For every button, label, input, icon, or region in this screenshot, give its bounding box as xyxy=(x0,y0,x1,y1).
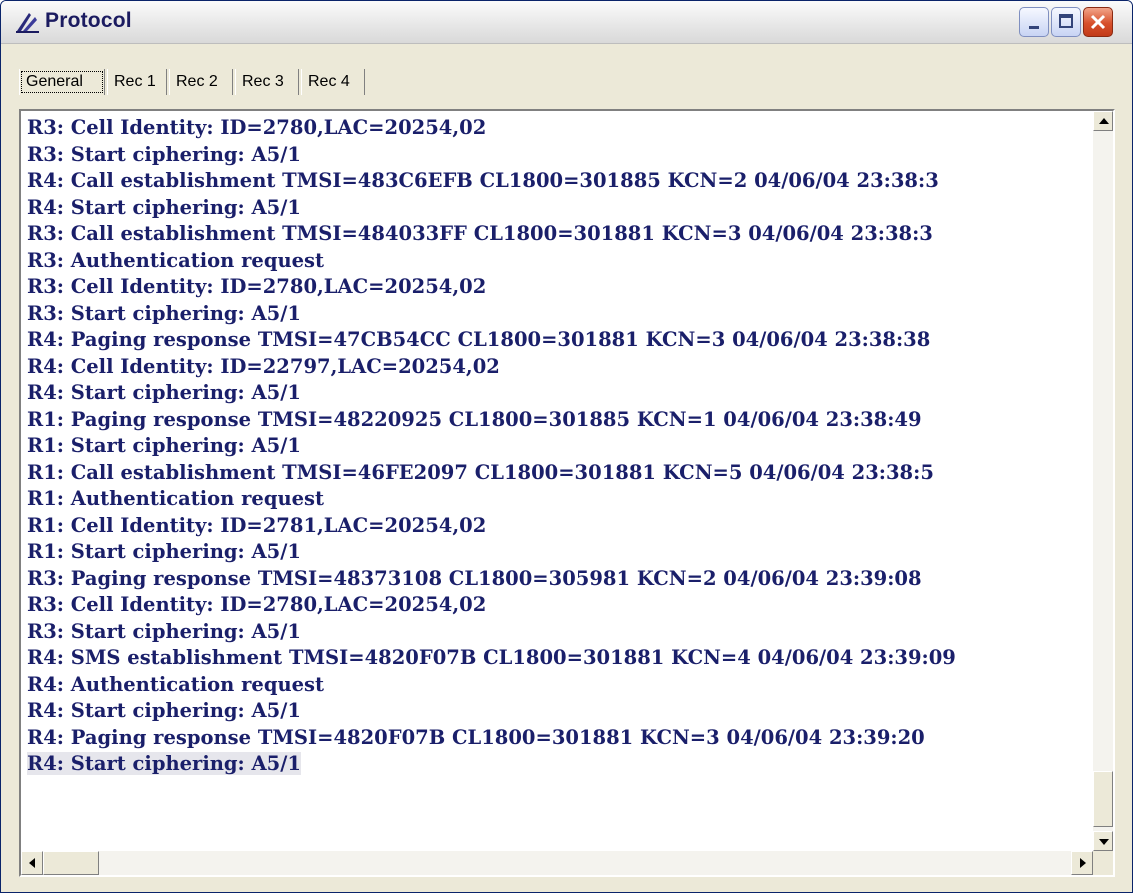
protocol-log[interactable]: R3: Cell Identity: ID=2780,LAC=20254,02 … xyxy=(23,115,1091,843)
tab-rec-3[interactable]: Rec 3 xyxy=(235,69,299,95)
log-line[interactable]: R1: Paging response TMSI=48220925 CL1800… xyxy=(23,407,1091,434)
arrow-left-icon xyxy=(29,858,35,868)
arrow-up-icon xyxy=(1099,118,1109,124)
log-line[interactable]: R4: Start ciphering: A5/1 xyxy=(23,751,1091,778)
title-bar[interactable]: Protocol xyxy=(1,1,1132,44)
log-line[interactable]: R3: Start ciphering: A5/1 xyxy=(23,619,1091,646)
close-icon xyxy=(1090,14,1106,30)
log-line[interactable]: R1: Start ciphering: A5/1 xyxy=(23,433,1091,460)
log-line[interactable]: R3: Cell Identity: ID=2780,LAC=20254,02 xyxy=(23,592,1091,619)
protocol-window: Protocol General Rec 1 Rec 2 Rec 3 Rec 4… xyxy=(0,0,1133,893)
protocol-antenna-icon xyxy=(16,13,39,33)
vertical-scroll-thumb[interactable] xyxy=(1093,771,1113,827)
maximize-button[interactable] xyxy=(1051,7,1081,37)
scroll-left-button[interactable] xyxy=(21,851,43,875)
log-line[interactable]: R1: Call establishment TMSI=46FE2097 CL1… xyxy=(23,460,1091,487)
tab-rec-2[interactable]: Rec 2 xyxy=(169,69,233,95)
log-line[interactable]: R4: Start ciphering: A5/1 xyxy=(23,380,1091,407)
log-line[interactable]: R4: Call establishment TMSI=483C6EFB CL1… xyxy=(23,168,1091,195)
scrollbar-corner xyxy=(1093,851,1113,875)
close-button[interactable] xyxy=(1083,7,1113,37)
log-line[interactable]: R4: Paging response TMSI=47CB54CC CL1800… xyxy=(23,327,1091,354)
log-line[interactable]: R4: SMS establishment TMSI=4820F07B CL18… xyxy=(23,645,1091,672)
log-line[interactable]: R4: Paging response TMSI=4820F07B CL1800… xyxy=(23,725,1091,752)
minimize-icon xyxy=(1029,26,1039,29)
scroll-down-button[interactable] xyxy=(1093,831,1113,851)
arrow-right-icon xyxy=(1080,858,1086,868)
log-line[interactable]: R3: Start ciphering: A5/1 xyxy=(23,142,1091,169)
log-line[interactable]: R3: Cell Identity: ID=2780,LAC=20254,02 xyxy=(23,274,1091,301)
tab-general[interactable]: General xyxy=(19,69,105,95)
tab-rec-4[interactable]: Rec 4 xyxy=(301,69,365,95)
minimize-button[interactable] xyxy=(1019,7,1049,37)
log-line[interactable]: R3: Paging response TMSI=48373108 CL1800… xyxy=(23,566,1091,593)
maximize-icon xyxy=(1059,14,1073,28)
log-line[interactable]: R4: Start ciphering: A5/1 xyxy=(23,698,1091,725)
log-line[interactable]: R3: Cell Identity: ID=2780,LAC=20254,02 xyxy=(23,115,1091,142)
log-line[interactable]: R3: Authentication request xyxy=(23,248,1091,275)
log-line[interactable]: R3: Call establishment TMSI=484033FF CL1… xyxy=(23,221,1091,248)
log-line[interactable]: R3: Start ciphering: A5/1 xyxy=(23,301,1091,328)
protocol-log-panel: R3: Cell Identity: ID=2780,LAC=20254,02 … xyxy=(19,109,1115,877)
log-line[interactable]: R1: Authentication request xyxy=(23,486,1091,513)
log-line[interactable]: R4: Authentication request xyxy=(23,672,1091,699)
log-line[interactable]: R1: Cell Identity: ID=2781,LAC=20254,02 xyxy=(23,513,1091,540)
scroll-up-button[interactable] xyxy=(1093,111,1113,131)
vertical-scrollbar[interactable] xyxy=(1093,111,1113,851)
scroll-right-button[interactable] xyxy=(1071,851,1093,875)
log-line[interactable]: R1: Start ciphering: A5/1 xyxy=(23,539,1091,566)
log-line[interactable]: R4: Start ciphering: A5/1 xyxy=(23,195,1091,222)
horizontal-scrollbar[interactable] xyxy=(21,851,1093,875)
arrow-down-icon xyxy=(1099,839,1109,845)
log-line[interactable]: R4: Cell Identity: ID=22797,LAC=20254,02 xyxy=(23,354,1091,381)
window-title: Protocol xyxy=(45,9,132,32)
horizontal-scroll-thumb[interactable] xyxy=(43,851,99,875)
tab-rec-1[interactable]: Rec 1 xyxy=(107,69,167,95)
